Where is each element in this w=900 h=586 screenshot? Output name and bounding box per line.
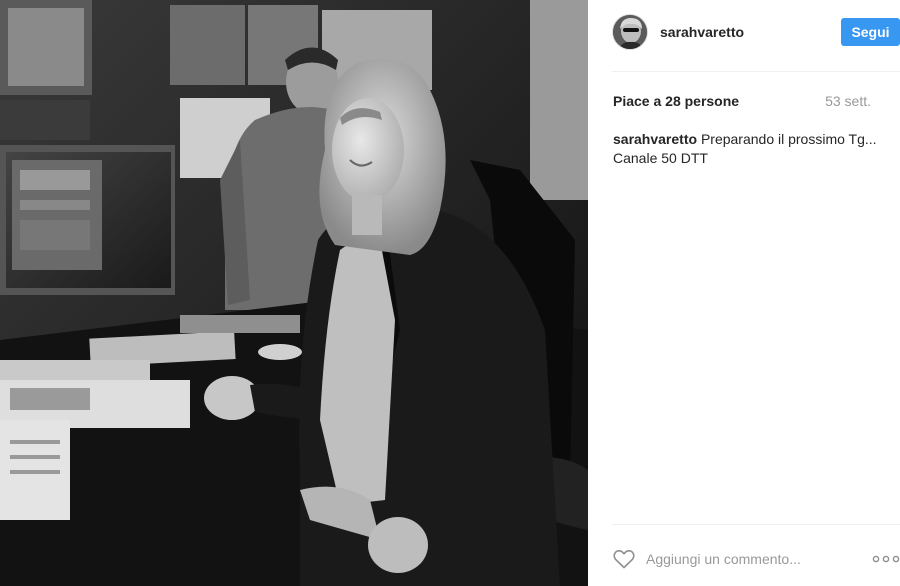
post-sidebar: sarahvaretto Segui Piace a 28 persone 53…	[588, 0, 900, 586]
caption: sarahvaretto Preparando il prossimo Tg..…	[613, 130, 893, 168]
post-photo[interactable]	[0, 0, 588, 586]
username-link[interactable]: sarahvaretto	[660, 24, 744, 40]
caption-username[interactable]: sarahvaretto	[613, 131, 697, 147]
avatar[interactable]	[612, 14, 648, 50]
heart-icon[interactable]	[612, 547, 636, 571]
avatar-image	[613, 15, 647, 49]
post-header: sarahvaretto Segui	[612, 14, 900, 52]
post-time[interactable]: 53 sett.	[825, 93, 871, 109]
likes-count[interactable]: Piace a 28 persone	[613, 93, 739, 109]
comment-bar	[612, 544, 900, 574]
follow-button[interactable]: Segui	[841, 18, 900, 46]
post-photo-image	[0, 0, 588, 586]
more-options-icon[interactable]	[872, 550, 900, 568]
header-divider	[612, 71, 900, 72]
caption-text: Preparando il prossimo Tg...	[700, 131, 877, 147]
caption-text-line2: Canale 50 DTT	[613, 150, 708, 166]
footer-divider	[612, 524, 900, 525]
comment-input[interactable]	[646, 548, 846, 570]
